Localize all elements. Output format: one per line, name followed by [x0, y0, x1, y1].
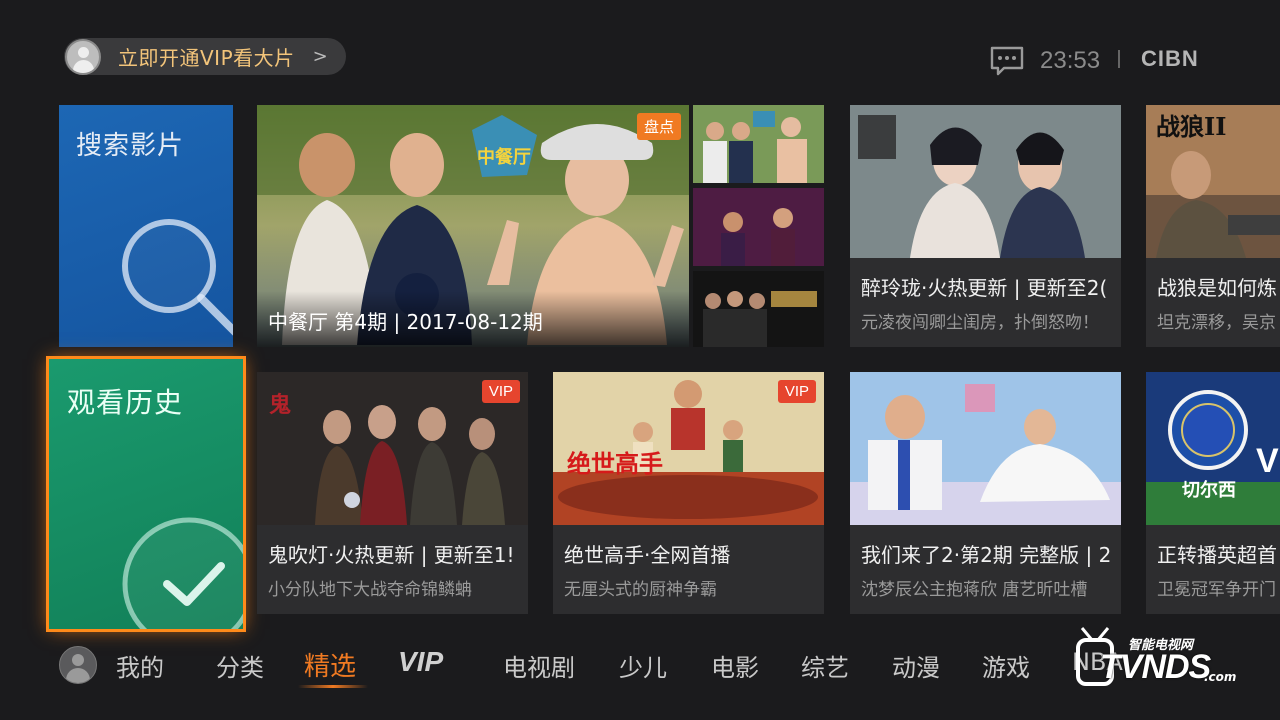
featured-thumb-1[interactable] [693, 105, 824, 183]
show-logo: 中餐厅 [477, 146, 531, 168]
nav-item-vip[interactable]: VIP [398, 646, 443, 678]
svg-text:战狼II: 战狼II [1156, 112, 1226, 141]
thumb-image [693, 105, 824, 183]
content-card[interactable]: 醉玲珑·火热更新 | 更新至2( 元凌夜闯卿尘闺房，扑倒怒吻！ [850, 105, 1121, 347]
card-subtitle: 坦克漂移，吴京 [1157, 313, 1276, 333]
poster-image: 切尔西 V [1146, 372, 1280, 525]
vip-promo-label: 立即开通VIP看大片 [118, 46, 295, 70]
content-card[interactable]: 绝世高手 VIP 绝世高手·全网首播 无厘头式的厨神争霸 [553, 372, 824, 614]
content-card[interactable]: 我们来了2·第2期 完整版 | 2 沈梦辰公主抱蒋欣 唐艺昕吐槽 [850, 372, 1121, 614]
user-avatar-icon [65, 38, 101, 75]
card-subtitle: 元凌夜闯卿尘闺房，扑倒怒吻！ [861, 313, 1099, 333]
checkmark-circle-icon [122, 517, 243, 629]
card-subtitle: 沈梦辰公主抱蒋欣 唐艺昕吐槽 [861, 580, 1088, 600]
content-card[interactable]: 鬼 VIP 鬼吹灯·火热更新 | 更新至1! 小分队地下大战夺命锦鳞蚺 [257, 372, 528, 614]
vip-badge: VIP [777, 380, 816, 403]
poster-image [850, 372, 1121, 525]
history-tile-label: 观看历史 [67, 386, 184, 419]
card-title: 醉玲珑·火热更新 | 更新至2( [861, 276, 1108, 300]
svg-text:切尔西: 切尔西 [1182, 479, 1236, 501]
card-caption: 鬼吹灯·火热更新 | 更新至1! 小分队地下大战夺命锦鳞蚺 [257, 525, 528, 614]
brand-logo: CIBN [1141, 46, 1199, 71]
message-icon[interactable] [990, 46, 1024, 76]
card-title: 我们来了2·第2期 完整版 | 2 [861, 543, 1112, 567]
card-caption: 我们来了2·第2期 完整版 | 2 沈梦辰公主抱蒋欣 唐艺昕吐槽 [850, 525, 1121, 614]
featured-thumb-3[interactable] [693, 271, 824, 347]
card-caption: 正转播英超首 卫冕冠军争开门 [1146, 525, 1280, 614]
card-subtitle: 小分队地下大战夺命锦鳞蚺 [268, 580, 472, 600]
nav-item-movies[interactable]: 电影 [711, 648, 759, 683]
search-tile-label: 搜索影片 [76, 131, 185, 161]
site-watermark: 智能电视网 TVNDS .com [1070, 624, 1240, 694]
nav-item-anime[interactable]: 动漫 [892, 648, 940, 683]
nav-item-kids[interactable]: 少儿 [619, 648, 667, 683]
nav-item-categories[interactable]: 分类 [216, 648, 264, 683]
card-title: 绝世高手·全网首播 [564, 543, 731, 567]
featured-hero-card[interactable]: 中餐厅 盘点 中餐厅 第4期 | 2017-08-12期 [257, 105, 689, 347]
watermark-domain: .com [1204, 670, 1237, 684]
card-caption: 醉玲珑·火热更新 | 更新至2( 元凌夜闯卿尘闺房，扑倒怒吻！ [850, 258, 1121, 347]
card-caption: 战狼是如何炼 坦克漂移，吴京 [1146, 258, 1280, 347]
nav-item-tv-series[interactable]: 电视剧 [503, 648, 575, 683]
hero-caption: 中餐厅 第4期 | 2017-08-12期 [257, 291, 689, 347]
svg-text:V: V [1256, 442, 1279, 480]
content-card[interactable]: 战狼II 战狼是如何炼 坦克漂移，吴京 [1146, 105, 1280, 347]
vip-promo-button[interactable]: 立即开通VIP看大片 > [64, 38, 346, 75]
vip-badge: VIP [481, 380, 520, 403]
thumb-image [693, 271, 824, 347]
card-subtitle: 卫冕冠军争开门 [1157, 580, 1276, 600]
card-title: 战狼是如何炼 [1157, 276, 1277, 300]
featured-thumb-2[interactable] [693, 188, 824, 266]
watch-history-tile[interactable]: 观看历史 [46, 356, 246, 632]
poster-image: 战狼II [1146, 105, 1280, 258]
nav-item-featured[interactable]: 精选 [304, 646, 356, 683]
watermark-main: TVNDS [1100, 648, 1211, 686]
magnifier-icon [122, 219, 233, 336]
svg-text:鬼: 鬼 [269, 392, 291, 418]
poster-image [850, 105, 1121, 258]
clock-time: 23:53 [1040, 47, 1101, 74]
roundup-badge: 盘点 [636, 113, 681, 140]
nav-item-mine[interactable]: 我的 [116, 648, 164, 683]
card-title: 鬼吹灯·火热更新 | 更新至1! [268, 543, 515, 567]
card-subtitle: 无厘头式的厨神争霸 [564, 580, 717, 600]
nav-item-games[interactable]: 游戏 [982, 648, 1030, 683]
nav-item-variety[interactable]: 综艺 [801, 648, 849, 683]
card-caption: 绝世高手·全网首播 无厘头式的厨神争霸 [553, 525, 824, 614]
thumb-image [693, 188, 824, 266]
profile-avatar-icon[interactable] [59, 646, 97, 684]
hero-caption-text: 中餐厅 第4期 | 2017-08-12期 [268, 310, 543, 334]
content-card[interactable]: 切尔西 V 正转播英超首 卫冕冠军争开门 [1146, 372, 1280, 614]
active-tab-indicator [298, 685, 368, 688]
card-title: 正转播英超首 [1157, 543, 1277, 567]
search-tile[interactable]: 搜索影片 [59, 105, 233, 347]
header-divider [1118, 50, 1120, 68]
chevron-right-icon: > [312, 46, 328, 67]
svg-text:绝世高手: 绝世高手 [567, 449, 663, 478]
